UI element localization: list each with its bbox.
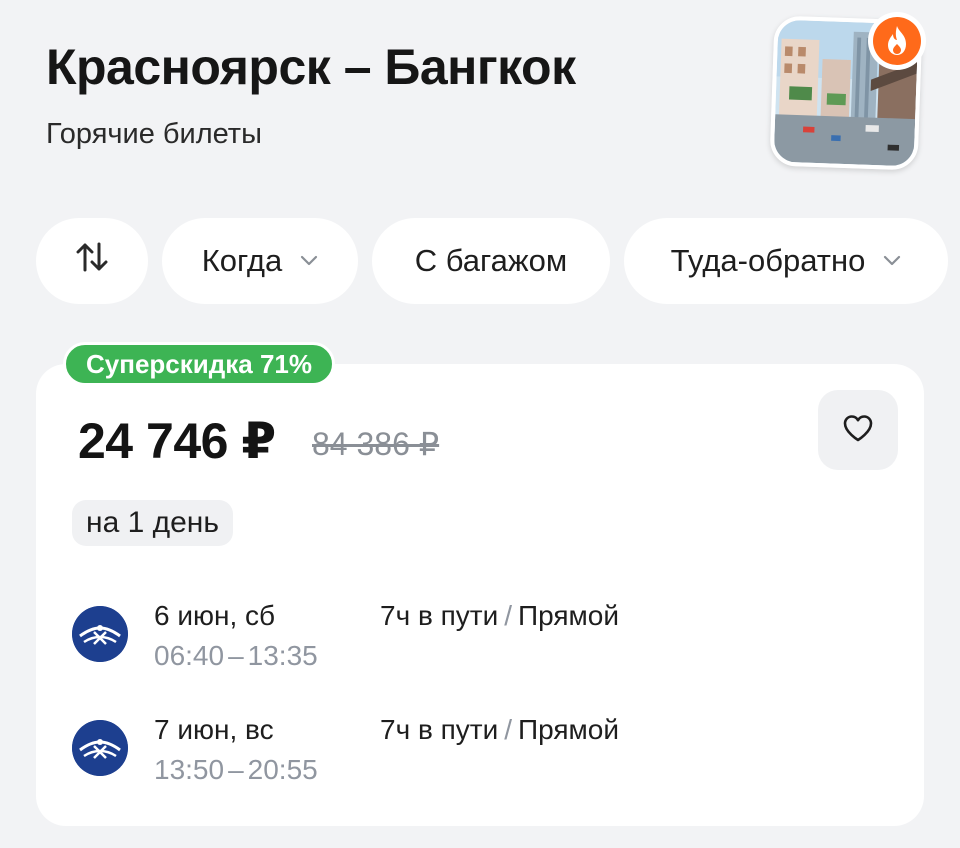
destination-thumbnail[interactable] (769, 12, 926, 171)
trip-duration-badge: на 1 день (72, 500, 233, 546)
chevron-down-icon (300, 255, 318, 267)
price: 24 746 ₽ (78, 413, 276, 469)
travel-time: 7ч в пути (380, 600, 499, 631)
aeroflot-logo (72, 720, 128, 776)
baggage-filter-label: С багажом (414, 243, 568, 278)
time-dash: – (228, 640, 244, 671)
route-page: Красноярск – Бангкок Горячие билеты Когд… (0, 0, 960, 848)
separator: / (504, 600, 513, 631)
trip-type-label: Туда-обратно (670, 243, 866, 278)
flight-type: Прямой (518, 600, 620, 631)
filter-bar: Когда С багажом Туда-обратно (36, 218, 948, 304)
sort-button[interactable] (36, 218, 148, 304)
chevron-down-icon (883, 255, 901, 267)
flight-date: 7 июн, вс (154, 714, 274, 745)
separator: / (504, 714, 513, 745)
flight-times: 06:40–13:35 (154, 640, 318, 672)
trip-type-filter[interactable]: Туда-обратно (624, 218, 948, 304)
aeroflot-logo (72, 606, 128, 662)
heart-icon (842, 413, 874, 448)
hot-badge (868, 12, 926, 70)
flight-type: Прямой (518, 714, 620, 745)
departure-time: 06:40 (154, 640, 225, 671)
departure-time: 13:50 (154, 754, 225, 785)
flight-times: 13:50–20:55 (154, 754, 318, 786)
time-dash: – (228, 754, 244, 785)
flight-info: 7ч в пути / Прямой (380, 714, 619, 746)
arrival-time: 20:55 (247, 754, 318, 785)
promo-badge: Суперскидка 71% (63, 342, 335, 386)
sort-arrows-icon (75, 240, 109, 282)
baggage-filter[interactable]: С багажом (372, 218, 610, 304)
page-subtitle: Горячие билеты (46, 118, 262, 150)
flight-date: 6 июн, сб (154, 600, 276, 631)
old-price: 84 386 ₽ (312, 426, 440, 462)
favorite-button[interactable] (818, 390, 898, 470)
page-title: Красноярск – Бангкок (46, 39, 576, 95)
fire-icon (873, 17, 921, 65)
when-filter[interactable]: Когда (162, 218, 358, 304)
flight-leg-return[interactable]: 7 июн, вс 13:50–20:55 7ч в пути / Прямой (72, 714, 892, 794)
travel-time: 7ч в пути (380, 714, 499, 745)
flight-info: 7ч в пути / Прямой (380, 600, 619, 632)
flight-leg-outbound[interactable]: 6 июн, сб 06:40–13:35 7ч в пути / Прямой (72, 600, 892, 680)
when-filter-label: Когда (201, 243, 283, 278)
arrival-time: 13:35 (247, 640, 318, 671)
